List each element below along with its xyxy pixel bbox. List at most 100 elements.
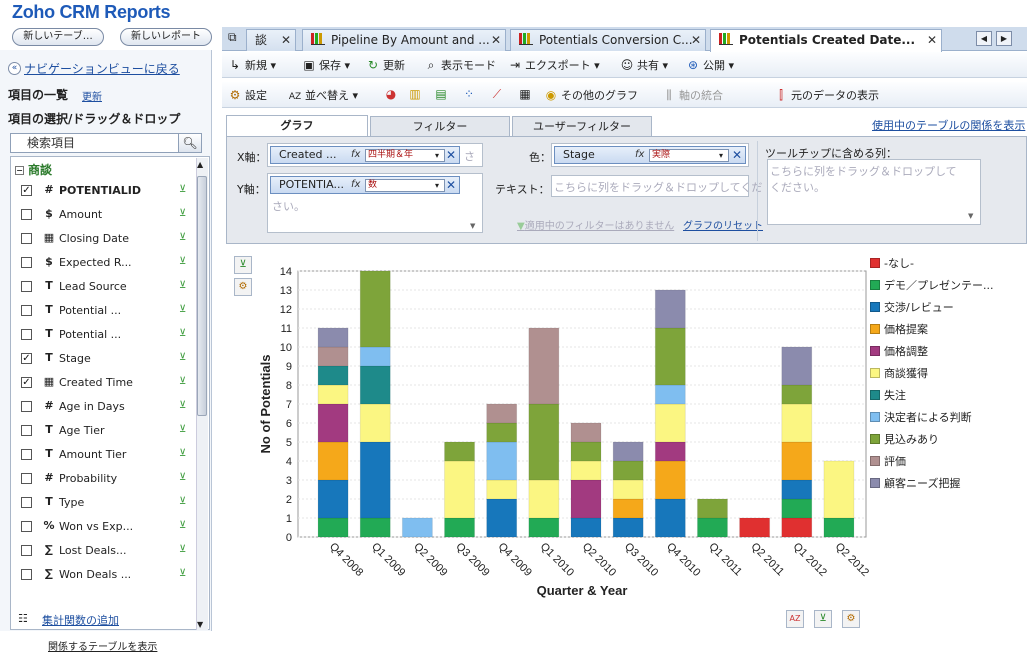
sort-button[interactable]: AZ 並べ替え ▾	[288, 87, 358, 103]
filter-icon[interactable]: ⊻	[179, 232, 189, 244]
new-table-button[interactable]: 新しいテーブ…	[12, 28, 104, 46]
legend-item[interactable]: 顧客ニーズ把握	[870, 475, 960, 491]
field-item[interactable]: # Age in Days ⊻	[11, 395, 197, 419]
nav-back-link[interactable]: «ナビゲーションビューに戻る	[8, 60, 180, 77]
field-item[interactable]: ∑ Won Deals ... ⊻	[11, 563, 197, 587]
tab-scroll-left-icon[interactable]: ◀	[976, 31, 992, 46]
filter-icon[interactable]: ⊻	[179, 496, 189, 508]
field-item[interactable]: T Type ⊻	[11, 491, 197, 515]
settings-button[interactable]: ⚙ 設定	[228, 87, 267, 103]
filter-icon[interactable]: ⊻	[179, 448, 189, 460]
legend-item[interactable]: 商談獲得	[870, 365, 928, 381]
filter-button[interactable]: ⊻	[814, 610, 832, 628]
y-axis-dropzone[interactable]: POTENTIA... fx 数 ▾ ✕ さい。 ▼	[267, 173, 483, 233]
new-report-button[interactable]: 新しいレポート	[120, 28, 212, 46]
scroll-down-icon[interactable]: ▼	[968, 212, 973, 220]
checkbox[interactable]	[21, 569, 32, 580]
close-icon[interactable]: ✕	[281, 30, 291, 50]
checkbox[interactable]	[21, 257, 32, 268]
pie-chart-button[interactable]: ◕	[384, 87, 401, 101]
checkbox[interactable]	[21, 401, 32, 412]
export-button[interactable]: ⇥ エクスポート ▾	[508, 57, 600, 73]
checkbox[interactable]: ✓	[21, 353, 32, 364]
field-item[interactable]: ✓ ▦ Created Time ⊻	[11, 371, 197, 395]
field-item[interactable]: T Potential ... ⊻	[11, 299, 197, 323]
search-button[interactable]: 🔍︎	[178, 133, 202, 153]
legend-item[interactable]: 価格調整	[870, 343, 928, 359]
checkbox[interactable]	[21, 305, 32, 316]
tab-user-filter[interactable]: ユーザーフィルター	[512, 116, 652, 137]
filter-icon[interactable]: ⊻	[179, 304, 189, 316]
close-icon[interactable]: ✕	[927, 30, 937, 50]
chart-settings-button[interactable]: ⚙	[234, 278, 252, 296]
show-related-link[interactable]: 関係するテーブルを表示	[48, 638, 157, 653]
bar-chart-button[interactable]: ▥	[408, 87, 425, 101]
field-item[interactable]: ∑ Lost Deals... ⊻	[11, 539, 197, 563]
tab-chart[interactable]: グラフ	[226, 115, 368, 138]
filter-icon[interactable]: ⊻	[179, 352, 189, 364]
tab-1[interactable]: 談 ✕	[246, 29, 296, 51]
other-charts-button[interactable]: ◉ その他のグラフ	[544, 87, 638, 103]
filter-icon[interactable]: ⊻	[179, 256, 189, 268]
x-axis-dropzone[interactable]: Created ... fx 四半期＆年 ▾ ✕ さ	[267, 143, 483, 167]
view-mode-button[interactable]: ⌕ 表示モード	[424, 57, 496, 73]
legend-item[interactable]: -なし-	[870, 255, 914, 271]
chevron-down-icon[interactable]: ▾	[435, 148, 439, 163]
legend-item[interactable]: 決定者による判断	[870, 409, 972, 425]
line-chart-button[interactable]: ⟋	[490, 87, 507, 102]
field-item[interactable]: ✓ # POTENTIALID ⊻	[11, 179, 197, 203]
color-func-select[interactable]: 実際	[649, 149, 729, 162]
group-title[interactable]: − 商談	[15, 161, 52, 178]
field-item[interactable]: T Age Tier ⊻	[11, 419, 197, 443]
checkbox[interactable]	[21, 521, 32, 532]
checkbox[interactable]	[21, 281, 32, 292]
legend-item[interactable]: 失注	[870, 387, 906, 403]
used-tables-link[interactable]: 使用中のテーブルの関係を表示	[872, 117, 1025, 133]
table-button[interactable]: ▦	[518, 87, 535, 101]
legend-item[interactable]: 価格提案	[870, 321, 928, 337]
refresh-link[interactable]: 更新	[82, 88, 102, 103]
legend-item[interactable]: 交渉/レビュー	[870, 299, 954, 315]
field-item[interactable]: ▦ Closing Date ⊻	[11, 227, 197, 251]
refresh-button[interactable]: ↻ 更新	[366, 57, 405, 73]
share-button[interactable]: ☺ 共有 ▾	[620, 57, 668, 73]
search-input[interactable]: 検索項目	[10, 133, 180, 153]
show-data-button[interactable]: ⫿ 元のデータの表示	[774, 87, 879, 103]
checkbox[interactable]	[21, 329, 32, 340]
color-pill[interactable]: Stage fx 実際 ▾ ✕	[554, 146, 746, 164]
checkbox[interactable]	[21, 425, 32, 436]
publish-button[interactable]: ⊛ 公開 ▾	[686, 57, 734, 73]
filter-icon[interactable]: ⊻	[179, 328, 189, 340]
field-item[interactable]: T Lead Source ⊻	[11, 275, 197, 299]
remove-icon[interactable]: ✕	[446, 147, 456, 163]
tab-4[interactable]: Potentials Created Date... ✕	[710, 29, 942, 52]
filter-icon[interactable]: ⊻	[179, 400, 189, 412]
filter-icon[interactable]: ⊻	[179, 184, 189, 196]
close-icon[interactable]: ✕	[691, 30, 701, 50]
reset-chart-link[interactable]: グラフのリセット	[683, 217, 763, 232]
legend-item[interactable]: デモ／プレゼンテー...	[870, 277, 994, 293]
y-axis-pill[interactable]: POTENTIA... fx 数 ▾ ✕	[270, 176, 460, 194]
new-button[interactable]: ↳ 新規 ▾	[228, 57, 276, 73]
checkbox[interactable]: ✓	[21, 185, 32, 196]
tab-scroll-right-icon[interactable]: ▶	[996, 31, 1012, 46]
filter-icon[interactable]: ⊻	[179, 376, 189, 388]
tab-2[interactable]: Pipeline By Amount and ... ✕	[302, 29, 506, 51]
y-func-select[interactable]: 数	[365, 179, 445, 192]
filter-icon[interactable]: ⊻	[179, 544, 189, 556]
legend-item[interactable]: 見込みあり	[870, 431, 939, 447]
sort-az-button[interactable]: AZ	[786, 610, 804, 628]
tooltip-dropzone[interactable]: こちらに列をドラッグ＆ドロップしてください。 ▼	[767, 159, 981, 225]
filter-add-button[interactable]: ⊻	[234, 256, 252, 274]
field-item[interactable]: $ Amount ⊻	[11, 203, 197, 227]
x-func-select[interactable]: 四半期＆年	[365, 149, 445, 162]
filter-icon[interactable]: ⊻	[179, 520, 189, 532]
field-item[interactable]: $ Expected R... ⊻	[11, 251, 197, 275]
stacked-bar-button[interactable]: ▤	[434, 87, 451, 101]
add-aggregate-link[interactable]: 集計関数の追加	[42, 612, 119, 628]
save-button[interactable]: ▣ 保存 ▾	[302, 57, 350, 73]
filter-icon[interactable]: ⊻	[179, 472, 189, 484]
collapse-icon[interactable]: −	[15, 166, 24, 175]
close-icon[interactable]: ✕	[491, 30, 501, 50]
filter-icon[interactable]: ⊻	[179, 280, 189, 292]
